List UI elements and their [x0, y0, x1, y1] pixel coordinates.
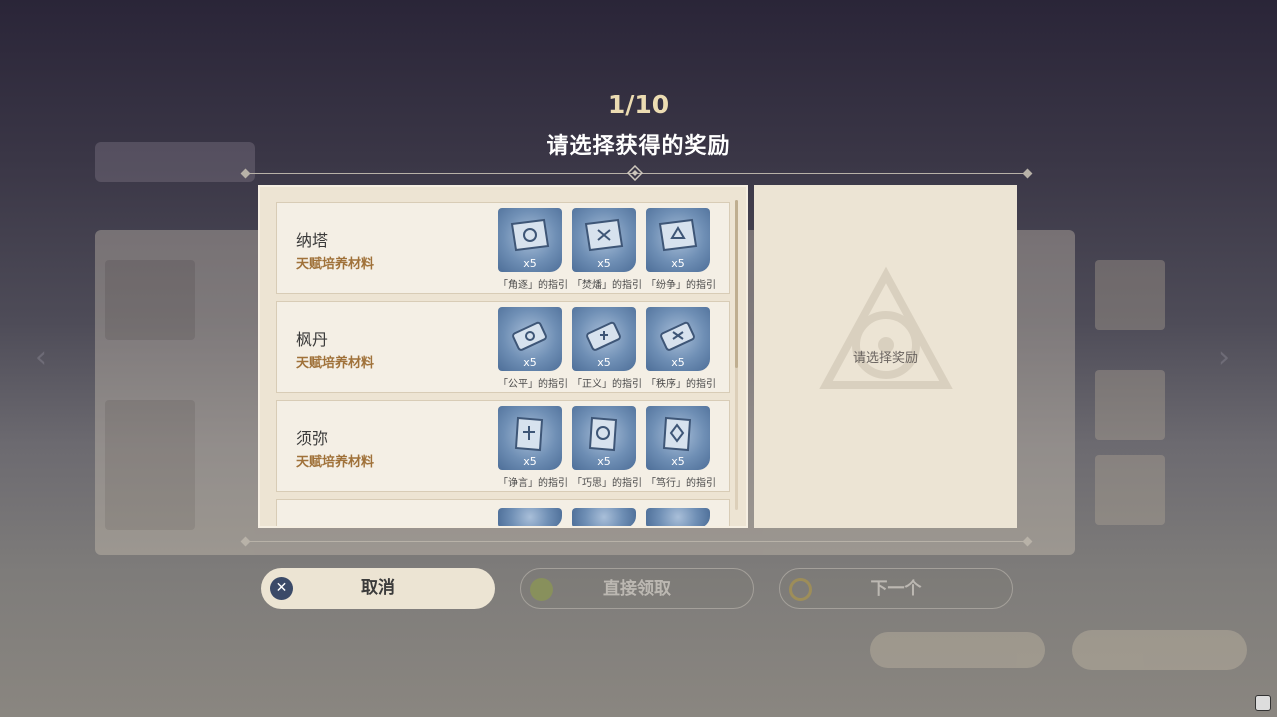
item-tile — [646, 508, 710, 526]
scroll-book-icon: x5 — [572, 208, 636, 272]
region-name: 纳塔 — [296, 231, 329, 250]
reward-item[interactable]: x5 「秩序」的指引 — [646, 307, 716, 390]
item-label: 「公平」的指引 — [498, 379, 568, 390]
item-label: 「秩序」的指引 — [646, 379, 716, 390]
divider-ornament-icon — [627, 165, 643, 181]
arrow-down-icon — [530, 578, 553, 601]
reward-item[interactable]: x5 「笃行」的指引 — [646, 406, 716, 489]
tablet-book-icon: x5 — [498, 406, 562, 470]
item-label: 「巧思」的指引 — [572, 478, 642, 489]
selection-counter: 1/10 — [607, 90, 670, 119]
list-scrollbar[interactable] — [735, 200, 738, 510]
item-label: 「正义」的指引 — [572, 379, 642, 390]
region-category: 天赋培养材料 — [296, 257, 375, 272]
cancel-label: 取消 — [361, 578, 395, 598]
region-row-natlan[interactable]: 纳塔 天赋培养材料 x5 「角逐」的指引 x5 「焚燔」的指引 x5 「纷争」的… — [276, 202, 730, 294]
item-quantity: x5 — [671, 455, 685, 468]
reward-item[interactable] — [572, 505, 638, 526]
reward-item[interactable]: x5 「纷争」的指引 — [646, 208, 716, 291]
item-label: 「纷争」的指引 — [646, 280, 716, 291]
region-name: 枫丹 — [296, 330, 329, 349]
background-button — [870, 632, 1045, 668]
reward-item[interactable]: x5 「焚燔」的指引 — [572, 208, 642, 291]
reward-preview-panel: 请选择奖励 — [754, 185, 1017, 528]
item-tile — [572, 508, 636, 526]
item-label: 「诤言」的指引 — [498, 478, 568, 489]
background-card — [1095, 260, 1165, 330]
item-tile — [498, 508, 562, 526]
system-status-icon — [1255, 695, 1271, 711]
next-label: 下一个 — [870, 579, 922, 599]
item-quantity: x5 — [597, 455, 611, 468]
background-card — [105, 260, 195, 340]
reward-item[interactable] — [646, 505, 712, 526]
cancel-button[interactable]: ✕ 取消 — [261, 568, 495, 609]
circle-button-icon — [789, 578, 812, 601]
item-quantity: x5 — [597, 356, 611, 369]
item-quantity: x5 — [671, 356, 685, 369]
scroll-book-icon: x5 — [646, 208, 710, 272]
rolled-scroll-icon: x5 — [646, 307, 710, 371]
divider-bottom — [245, 541, 1028, 542]
background-card — [1095, 370, 1165, 440]
background-button — [1072, 630, 1247, 670]
region-name: 须弥 — [296, 429, 329, 448]
background-card — [105, 400, 195, 530]
region-category: 天赋培养材料 — [296, 356, 375, 371]
item-quantity: x5 — [597, 257, 611, 270]
tablet-book-icon: x5 — [572, 406, 636, 470]
chevron-left-icon: ‹ — [35, 340, 47, 375]
preview-placeholder: 请选择奖励 — [852, 351, 918, 366]
tablet-book-icon: x5 — [646, 406, 710, 470]
chevron-right-icon: › — [1218, 340, 1230, 375]
reward-item[interactable]: x5 「角逐」的指引 — [498, 208, 568, 291]
scroll-book-icon: x5 — [498, 208, 562, 272]
reward-item[interactable] — [498, 505, 564, 526]
claim-label: 直接领取 — [603, 579, 671, 599]
item-quantity: x5 — [523, 455, 537, 468]
region-row-sumeru[interactable]: 须弥 天赋培养材料 x5 「诤言」的指引 x5 「巧思」的指引 x5 「笃行」的… — [276, 400, 730, 492]
item-label: 「角逐」的指引 — [498, 280, 568, 291]
item-label: 「笃行」的指引 — [646, 478, 716, 489]
page-title: 请选择获得的奖励 — [546, 134, 731, 159]
scrollbar-thumb[interactable] — [735, 200, 738, 368]
item-label: 「焚燔」的指引 — [572, 280, 642, 291]
claim-directly-button[interactable]: 直接领取 — [520, 568, 754, 609]
item-quantity: x5 — [523, 257, 537, 270]
reward-item[interactable]: x5 「诤言」的指引 — [498, 406, 568, 489]
rolled-scroll-icon: x5 — [572, 307, 636, 371]
item-quantity: x5 — [523, 356, 537, 369]
reward-list-panel[interactable]: 纳塔 天赋培养材料 x5 「角逐」的指引 x5 「焚燔」的指引 x5 「纷争」的… — [258, 185, 748, 528]
background-card — [1095, 455, 1165, 525]
reward-item[interactable]: x5 「巧思」的指引 — [572, 406, 642, 489]
item-quantity: x5 — [671, 257, 685, 270]
reward-list: 纳塔 天赋培养材料 x5 「角逐」的指引 x5 「焚燔」的指引 x5 「纷争」的… — [276, 202, 732, 526]
rolled-scroll-icon: x5 — [498, 307, 562, 371]
emblem-icon — [819, 266, 953, 389]
reward-item[interactable]: x5 「公平」的指引 — [498, 307, 568, 390]
region-category: 天赋培养材料 — [296, 455, 375, 470]
region-row-fontaine[interactable]: 枫丹 天赋培养材料 x5 「公平」的指引 x5 「正义」的指引 x5 「秩序」的… — [276, 301, 730, 393]
next-button[interactable]: 下一个 — [779, 568, 1013, 609]
region-row-partial[interactable] — [276, 499, 730, 526]
reward-item[interactable]: x5 「正义」的指引 — [572, 307, 642, 390]
x-button-icon: ✕ — [270, 577, 293, 600]
